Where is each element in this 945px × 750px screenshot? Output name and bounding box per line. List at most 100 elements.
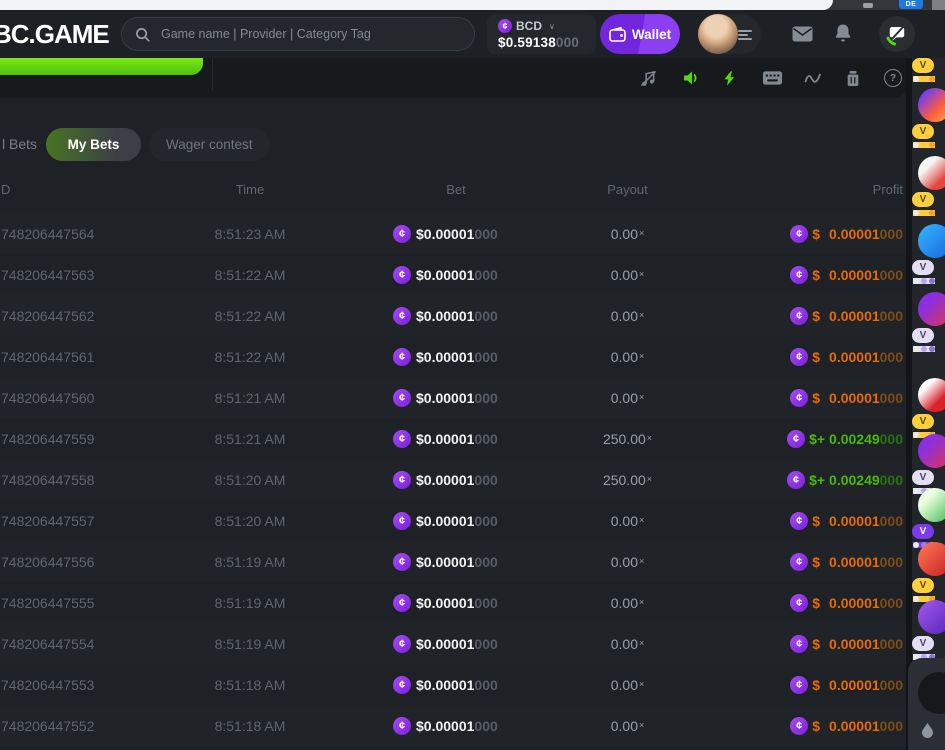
profit-amount: ¢ $0.00001000	[790, 266, 903, 284]
medal-icons	[913, 210, 935, 216]
bet-amount: ¢ $0.00001000	[393, 635, 498, 653]
table-row[interactable]: 748206447552 8:51:18 AM ¢ $0.00001000 0.…	[0, 705, 908, 746]
screen: DE BC.GAME ¢ BCD ∨ $0.59138000	[0, 0, 945, 750]
music-off-icon[interactable]	[637, 67, 659, 89]
chat-avatar[interactable]	[918, 292, 945, 326]
tab-my-bets[interactable]: My Bets	[46, 128, 141, 161]
vip-badge: V	[912, 414, 934, 429]
rain-icon[interactable]	[921, 722, 934, 738]
chat-message-group[interactable]: V	[912, 542, 945, 602]
table-row[interactable]: 748206447562 8:51:22 AM ¢ $0.00001000 0.…	[0, 295, 908, 336]
bcd-coin-icon: ¢	[393, 307, 411, 325]
trash-icon[interactable]	[842, 67, 864, 89]
sound-on-icon[interactable]	[680, 67, 702, 89]
chat-message-group[interactable]: V	[912, 292, 945, 352]
help-icon[interactable]: ?	[882, 67, 904, 89]
table-row[interactable]: 748206447558 8:51:20 AM ¢ $0.00001000 25…	[0, 459, 908, 500]
table-row[interactable]: 748206447560 8:51:21 AM ¢ $0.00001000 0.…	[0, 377, 908, 418]
wallet-icon	[609, 27, 626, 42]
profit-amount: ¢ $0.00001000	[790, 717, 903, 735]
search-input[interactable]	[159, 26, 461, 42]
bet-time: 8:51:19 AM	[160, 554, 340, 570]
chat-message-group[interactable]: V	[912, 378, 945, 438]
bet-amount: ¢ $0.00001000	[393, 307, 498, 325]
chat-message-group[interactable]: V	[912, 600, 945, 660]
column-profit: Profit	[873, 182, 903, 197]
chat-avatar[interactable]	[918, 434, 945, 468]
profit-amount: ¢ $0.00001000	[790, 676, 903, 694]
profit-amount: ¢ $0.00001000	[790, 389, 903, 407]
table-row[interactable]: 748206447563 8:51:22 AM ¢ $0.00001000 0.…	[0, 254, 908, 295]
payout-multiplier: 0.00×	[540, 718, 715, 734]
chat-avatar[interactable]	[918, 88, 945, 122]
bcd-coin-icon: ¢	[790, 676, 808, 694]
bet-id: 748206447558	[1, 472, 94, 488]
bcd-coin-icon: ¢	[393, 389, 411, 407]
chat-avatar[interactable]	[918, 488, 945, 522]
turbo-bet-icon[interactable]	[718, 67, 740, 89]
payout-multiplier: 250.00×	[540, 431, 715, 447]
bet-amount: ¢ $0.00001000	[393, 717, 498, 735]
top-nav: BC.GAME ¢ BCD ∨ $0.59138000 Wallet	[0, 10, 945, 58]
bet-button-edge[interactable]	[0, 58, 203, 75]
bet-time: 8:51:18 AM	[160, 677, 340, 693]
table-row[interactable]: 748206447557 8:51:20 AM ¢ $0.00001000 0.…	[0, 500, 908, 541]
payout-multiplier: 0.00×	[540, 677, 715, 693]
bet-time: 8:51:19 AM	[160, 636, 340, 652]
hotkeys-icon[interactable]	[761, 67, 783, 89]
chat-message-group[interactable]: V	[912, 156, 945, 216]
live-stats-icon[interactable]	[802, 67, 824, 89]
site-logo[interactable]: BC.GAME	[0, 19, 109, 50]
bet-id: 748206447557	[1, 513, 94, 529]
payout-multiplier: 0.00×	[540, 308, 715, 324]
chat-message-group[interactable]: V	[912, 434, 945, 494]
balance-selector[interactable]: ¢ BCD ∨ $0.59138000	[487, 14, 596, 54]
table-row[interactable]: 748206447561 8:51:22 AM ¢ $0.00001000 0.…	[0, 336, 908, 377]
bell-icon[interactable]	[834, 23, 852, 44]
chat-message-group[interactable]: V	[912, 488, 945, 548]
chat-avatar[interactable]	[918, 600, 945, 634]
chat-avatar[interactable]	[918, 224, 945, 258]
user-avatar[interactable]	[698, 14, 738, 54]
chat-emoji-button[interactable]	[918, 672, 945, 714]
profit-amount: ¢ $0.00001000	[790, 348, 903, 366]
chat-toggle-button[interactable]	[879, 16, 915, 52]
table-row[interactable]: 748206447564 8:51:23 AM ¢ $0.00001000 0.…	[0, 213, 908, 254]
profile-menu[interactable]	[698, 14, 761, 54]
wallet-button[interactable]: Wallet	[600, 14, 680, 54]
chat-avatar[interactable]	[918, 378, 945, 412]
table-row[interactable]: 748206447556 8:51:19 AM ¢ $0.00001000 0.…	[0, 541, 908, 582]
payout-multiplier: 0.00×	[540, 267, 715, 283]
mail-icon[interactable]	[792, 26, 813, 42]
bet-time: 8:51:19 AM	[160, 595, 340, 611]
chat-message-group[interactable]: V	[912, 224, 945, 284]
bcd-coin-icon: ¢	[498, 19, 512, 33]
table-row[interactable]: 748206447555 8:51:19 AM ¢ $0.00001000 0.…	[0, 582, 908, 623]
bet-time: 8:51:23 AM	[160, 226, 340, 242]
table-row[interactable]: 748206447559 8:51:21 AM ¢ $0.00001000 25…	[0, 418, 908, 459]
game-panel-bottom: ?	[0, 58, 908, 98]
payout-multiplier: 0.00×	[540, 349, 715, 365]
search-box[interactable]	[121, 17, 475, 51]
tab-wager-contest[interactable]: Wager contest	[149, 128, 270, 161]
bcd-coin-icon: ¢	[790, 594, 808, 612]
bet-amount: ¢ $0.00001000	[393, 430, 498, 448]
bet-id: 748206447562	[1, 308, 94, 324]
profit-amount: ¢ $0.00001000	[790, 512, 903, 530]
column-payout: Payout	[540, 182, 715, 197]
table-row[interactable]: 748206447554 8:51:19 AM ¢ $0.00001000 0.…	[0, 623, 908, 664]
tab-all-bets[interactable]: l Bets	[2, 136, 37, 152]
extension-badge[interactable]: DE	[899, 0, 923, 9]
chat-avatar[interactable]	[918, 156, 945, 190]
bcd-coin-icon: ¢	[787, 471, 805, 489]
table-row[interactable]: 748206447553 8:51:18 AM ¢ $0.00001000 0.…	[0, 664, 908, 705]
chat-avatar[interactable]	[918, 542, 945, 576]
browser-extension-icon[interactable]	[863, 3, 873, 8]
vip-badge: V	[912, 470, 934, 485]
chat-message-group[interactable]: V	[912, 88, 945, 148]
bet-id: 748206447560	[1, 390, 94, 406]
bcd-coin-icon: ¢	[790, 307, 808, 325]
bet-time: 8:51:22 AM	[160, 308, 340, 324]
bet-time: 8:51:18 AM	[160, 718, 340, 734]
bet-amount: ¢ $0.00001000	[393, 553, 498, 571]
